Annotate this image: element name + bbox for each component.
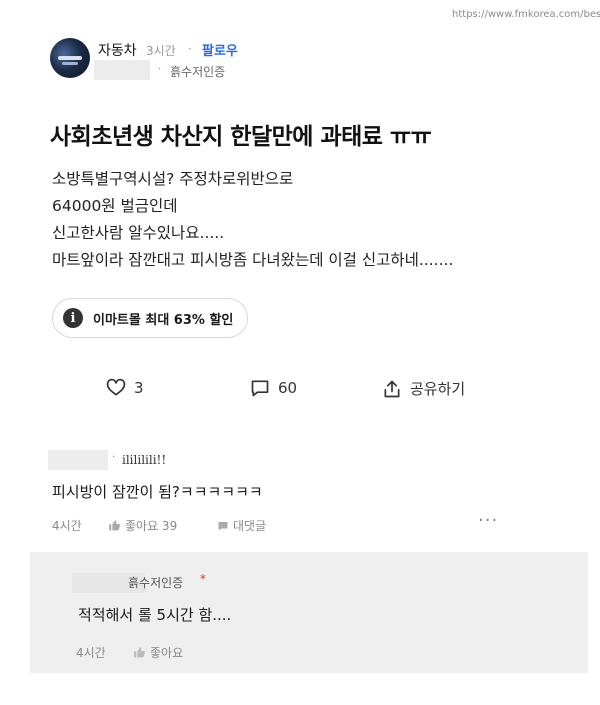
follow-button[interactable]: 팔로우 bbox=[202, 40, 238, 59]
reply-like-label: 좋아요 bbox=[150, 646, 184, 660]
verified-badge: 흙수저인증 bbox=[170, 65, 226, 79]
post-body-line: 64000원 벌금인데 bbox=[52, 197, 178, 215]
comment-like-label: 좋아요 39 bbox=[125, 519, 178, 533]
separator-dot: · bbox=[158, 64, 162, 75]
reply-button[interactable]: 대댓글 bbox=[217, 517, 266, 534]
post-time: 3시간 bbox=[146, 44, 176, 58]
post-body-line: 마트앞이라 잠깐대고 피시방좀 다녀왔는데 이걸 신고하네....... bbox=[52, 251, 454, 269]
ad-label: 이마트몰 최대 63% 할인 bbox=[93, 312, 234, 328]
reply-verified-badge: 흙수저인증 bbox=[128, 576, 184, 590]
like-button[interactable]: 3 bbox=[106, 378, 144, 398]
chat-bubble-icon bbox=[218, 521, 228, 530]
redacted-info bbox=[94, 60, 150, 80]
more-options-icon[interactable]: ··· bbox=[478, 510, 498, 531]
post-body-line: 신고한사람 알수있나요..... bbox=[52, 224, 225, 242]
share-label: 공유하기 bbox=[410, 380, 466, 398]
avatar[interactable] bbox=[50, 38, 90, 78]
info-icon: i bbox=[63, 308, 83, 328]
thumbs-up-icon bbox=[134, 647, 145, 658]
reply-time: 4시간 bbox=[76, 644, 106, 661]
reply-like-button[interactable]: 좋아요 bbox=[133, 644, 183, 661]
heart-icon bbox=[106, 378, 126, 396]
comment-count: 60 bbox=[278, 379, 298, 397]
comment-time: 4시간 bbox=[52, 517, 82, 534]
redacted-info bbox=[48, 450, 108, 470]
author-badge: * bbox=[200, 572, 206, 586]
share-icon bbox=[384, 380, 400, 397]
post-action-bar: 3 60 공유하기 bbox=[0, 378, 600, 408]
comment-icon bbox=[251, 380, 269, 397]
reply-time-label: 4시간 bbox=[76, 646, 106, 660]
author-name[interactable]: 자동차 bbox=[98, 40, 137, 60]
comment-like-button[interactable]: 좋아요 39 bbox=[108, 517, 177, 534]
source-watermark: https://www.fmkorea.com/bes bbox=[452, 9, 600, 20]
comment-time-label: 4시간 bbox=[52, 519, 82, 533]
comment-nickname[interactable]: ilililili!! bbox=[122, 453, 166, 467]
share-button[interactable]: 공유하기 bbox=[382, 378, 465, 399]
like-count: 3 bbox=[134, 379, 144, 397]
reply-text: 적적해서 롤 5시간 함.... bbox=[78, 606, 232, 624]
separator-dot: · bbox=[112, 452, 116, 463]
comment-text: 피시방이 잠깐이 됨?ㅋㅋㅋㅋㅋㅋ bbox=[52, 483, 263, 501]
ad-banner[interactable]: i 이마트몰 최대 63% 할인 bbox=[52, 298, 249, 338]
comment-button[interactable]: 60 bbox=[250, 378, 297, 398]
reply-label: 대댓글 bbox=[233, 519, 267, 533]
post-title: 사회초년생 차산지 한달만에 과태료 ㅠㅠ bbox=[50, 124, 432, 150]
post-header: 자동차 3시간 · 팔로우 · 흙수저인증 bbox=[50, 38, 570, 82]
separator-dot: · bbox=[188, 42, 192, 56]
post-body-line: 소방특별구역시설? 주정차로위반으로 bbox=[52, 170, 294, 188]
thumbs-up-icon bbox=[109, 520, 120, 531]
